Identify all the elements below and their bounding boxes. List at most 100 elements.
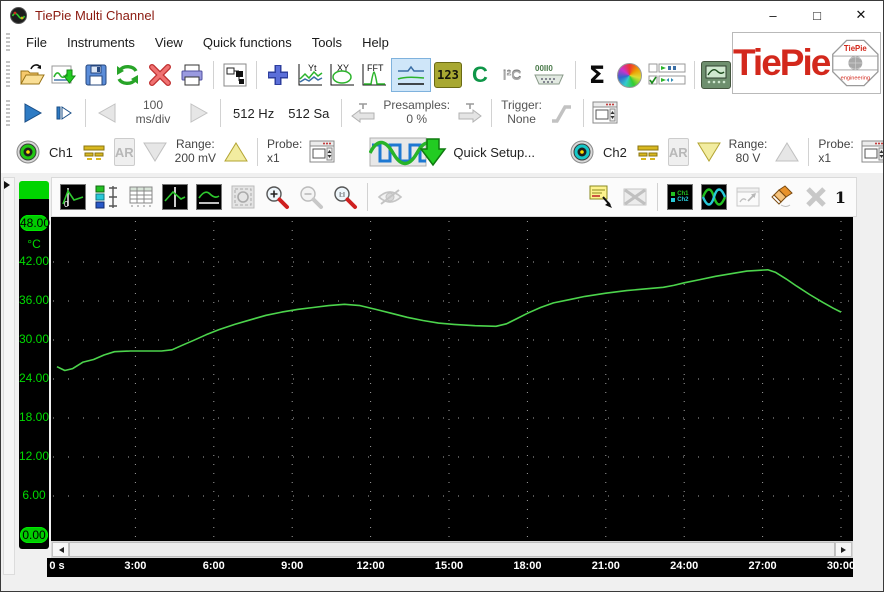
save-button[interactable] xyxy=(81,59,111,91)
refresh-icon xyxy=(117,64,138,86)
plot-canvas[interactable] xyxy=(51,217,853,541)
close-button[interactable]: ✕ xyxy=(839,1,883,29)
legend-button[interactable]: Ch1 Ch2 xyxy=(665,182,695,212)
minimize-button[interactable]: – xyxy=(751,1,795,29)
timebase-increase-button[interactable] xyxy=(184,97,214,129)
graph-toolbar: 0 I:I Ch1 Ch2 1 xyxy=(51,177,857,217)
x-axis-bar[interactable]: 0 s 3:00 6:00 9:00 12:00 15:00 18:00 21:00 24:00… xyxy=(47,558,855,577)
toolbar-grip[interactable] xyxy=(6,100,10,126)
ch2-range-up-button[interactable] xyxy=(772,136,802,168)
settings-window-icon xyxy=(309,140,335,163)
ch2-coupling-button[interactable] xyxy=(633,136,663,168)
channel-positions-button[interactable] xyxy=(92,182,122,212)
menu-item-file[interactable]: File xyxy=(16,31,57,54)
ch1-range-value: Range: 200 mV xyxy=(174,137,216,165)
c-analyzer-button[interactable]: C xyxy=(465,59,495,91)
ch2-autorange-button[interactable]: AR xyxy=(667,138,689,166)
scrollbar-thumb[interactable] xyxy=(69,542,835,557)
sample-rate-label[interactable]: 512 Hz xyxy=(233,106,274,121)
menu-grip[interactable] xyxy=(6,32,10,52)
x-axis-label-5: 15:00 xyxy=(434,560,464,572)
zoom-one-to-one-button[interactable]: I:I xyxy=(330,182,360,212)
ch2-settings-button[interactable] xyxy=(859,136,883,168)
plus-icon xyxy=(268,65,288,85)
ch2-bnc-button[interactable] xyxy=(567,136,597,168)
panel-collapse-strip[interactable] xyxy=(3,177,15,575)
waveform-style-button[interactable] xyxy=(699,182,729,212)
horizontal-marker-button[interactable] xyxy=(194,182,224,212)
zoom-in-button[interactable] xyxy=(262,182,292,212)
open-file-button[interactable] xyxy=(17,59,47,91)
object-tree-button[interactable] xyxy=(220,59,250,91)
fft-display-button[interactable]: FFT xyxy=(359,59,389,91)
scroll-right-button[interactable] xyxy=(835,542,852,557)
oneshot-button[interactable] xyxy=(49,97,79,129)
add-display-button[interactable] xyxy=(263,59,293,91)
ch2-range-down-button[interactable] xyxy=(694,136,724,168)
ch1-bnc-button[interactable] xyxy=(13,136,43,168)
x-axis-label-9: 27:00 xyxy=(748,560,777,572)
main-toolbar: Yt XY FFT 123 C I²C 00II0 Σ xyxy=(1,55,732,96)
menu-item-tools[interactable]: Tools xyxy=(302,31,352,54)
appearance-button[interactable] xyxy=(614,59,644,91)
timebase-decrease-button[interactable] xyxy=(92,97,122,129)
record-length-label[interactable]: 512 Sa xyxy=(288,106,329,121)
toolbar-separator xyxy=(256,61,257,89)
presamples-decrease-button[interactable] xyxy=(348,97,378,129)
value-table-button[interactable] xyxy=(126,182,156,212)
quick-setup-button[interactable]: Quick Setup... xyxy=(363,136,541,168)
ch1-autorange-button[interactable]: AR xyxy=(113,138,135,166)
y-axis-label-6: 6.00 xyxy=(22,488,46,502)
active-display-button[interactable] xyxy=(391,58,431,92)
table-icon xyxy=(129,186,153,207)
y-axis-min-handle[interactable]: 0.00 xyxy=(20,527,48,543)
hide-source-button-disabled xyxy=(375,182,405,212)
math-button[interactable]: Σ xyxy=(582,59,612,91)
ch1-range-down-button[interactable] xyxy=(140,136,170,168)
presamples-increase-button[interactable] xyxy=(455,97,485,129)
add-comment-button[interactable] xyxy=(586,182,616,212)
vertical-marker-button[interactable] xyxy=(160,182,190,212)
svg-text:TiePie: TiePie xyxy=(844,44,868,53)
trigger-slope-button[interactable] xyxy=(547,97,577,129)
ch1-range-up-button[interactable] xyxy=(221,136,251,168)
letter-c-icon: C xyxy=(472,62,488,87)
zoom-out-icon xyxy=(300,186,323,209)
window-title: TiePie Multi Channel xyxy=(35,7,155,23)
instrument-button[interactable] xyxy=(701,59,731,91)
tiepie-logo-panel: TiePie TiePie engineering xyxy=(732,32,881,94)
ch1-coupling-button[interactable] xyxy=(79,136,109,168)
y-axis-max-handle[interactable]: 48.00 xyxy=(20,215,50,231)
menu-item-quick-functions[interactable]: Quick functions xyxy=(193,31,302,54)
yt-display-button[interactable]: Yt xyxy=(295,59,325,91)
offset-zero-button[interactable]: 0 xyxy=(58,182,88,212)
menu-item-instruments[interactable]: Instruments xyxy=(57,31,145,54)
delete-button[interactable] xyxy=(145,59,175,91)
svg-text:I:I: I:I xyxy=(339,192,345,199)
store-data-button[interactable] xyxy=(49,59,79,91)
serial-analyzer-button[interactable]: 00II0 xyxy=(529,59,569,91)
trigger-settings-button[interactable] xyxy=(590,97,620,129)
menu-item-view[interactable]: View xyxy=(145,31,193,54)
zoom-in-icon xyxy=(266,186,289,209)
start-button[interactable] xyxy=(17,97,47,129)
title-bar: TiePie Multi Channel – □ ✕ xyxy=(1,1,883,29)
control-panel-button[interactable] xyxy=(646,59,688,91)
eraser-button[interactable] xyxy=(767,182,797,212)
y-axis-column[interactable]: 48.00 °C 0.00 42.00 36.00 30.00 24.00 18.00 1… xyxy=(19,199,50,549)
ch2-range-value: Range: 80 V xyxy=(728,137,768,165)
menu-item-help[interactable]: Help xyxy=(352,31,399,54)
brand-text: TiePie xyxy=(733,42,831,83)
scroll-left-button[interactable] xyxy=(52,542,69,557)
y-axis-header[interactable] xyxy=(19,181,49,201)
no-comment-icon xyxy=(623,188,647,206)
ch1-settings-button[interactable] xyxy=(307,136,337,168)
xy-display-button[interactable]: XY xyxy=(327,59,357,91)
print-button[interactable] xyxy=(177,59,207,91)
refresh-instruments-button[interactable] xyxy=(113,59,143,91)
meter-display-button[interactable]: 123 xyxy=(433,59,463,91)
maximize-button[interactable]: □ xyxy=(795,1,839,29)
y-axis-label-42: 42.00 xyxy=(19,254,50,268)
toolbar-grip[interactable] xyxy=(6,61,10,89)
i2c-analyzer-button[interactable]: I²C xyxy=(497,59,527,91)
